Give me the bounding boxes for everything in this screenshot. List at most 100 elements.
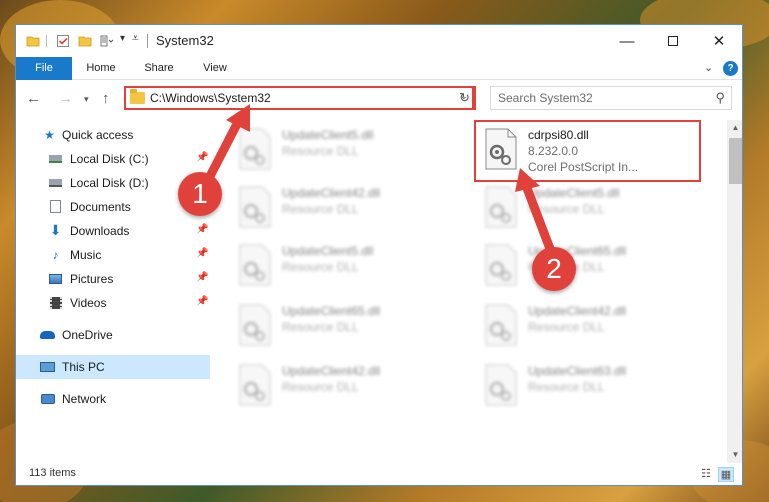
customize-icon[interactable] — [100, 34, 114, 48]
file-name: UpdateClient65.dll — [282, 304, 381, 318]
drive-icon — [48, 176, 63, 189]
sidebar-item-local-disk-c[interactable]: Local Disk (C:) 📌 — [16, 147, 210, 171]
sidebar-item-music[interactable]: ♪ Music 📌 — [16, 243, 210, 267]
sidebar-item-label: Local Disk (C:) — [70, 152, 149, 166]
folder-icon[interactable] — [26, 34, 40, 48]
callout-2: 2 — [532, 247, 576, 291]
close-button[interactable]: ✕ — [696, 25, 742, 57]
file-tile[interactable]: UpdateClient5.dll Resource DLL — [476, 180, 706, 238]
close-icon: ✕ — [712, 33, 726, 50]
star-icon: ★ — [44, 127, 55, 142]
file-type: Resource DLL — [282, 260, 359, 274]
this-pc-icon — [40, 360, 55, 373]
scroll-up-icon[interactable]: ▲ — [727, 120, 742, 136]
qa-dropdown-icon[interactable]: ▾ — [120, 33, 125, 44]
file-type: Resource DLL — [528, 320, 605, 334]
address-path: C:\Windows\System32 — [150, 91, 271, 105]
address-bar[interactable]: C:\Windows\System32 ⌄ — [124, 86, 474, 110]
minimize-button[interactable]: — — [604, 25, 650, 57]
sidebar-item-label: Quick access — [62, 128, 134, 142]
documents-icon — [48, 200, 63, 213]
address-folder-icon — [130, 89, 145, 104]
sidebar-item-pictures[interactable]: Pictures 📌 — [16, 267, 210, 291]
sidebar-item-label: Local Disk (D:) — [70, 176, 149, 190]
sidebar-item-network[interactable]: Network — [16, 387, 210, 411]
file-tile[interactable]: UpdateClient42.dll Resource DLL — [230, 358, 460, 416]
file-tile[interactable]: UpdateClient63.dll Resource DLL — [476, 358, 706, 416]
file-type: Resource DLL — [282, 144, 359, 158]
file-type: Resource DLL — [282, 320, 359, 334]
callout-1: 1 — [178, 172, 222, 216]
dll-file-icon — [239, 304, 271, 346]
file-tile[interactable]: UpdateClient42.dll Resource DLL — [476, 298, 706, 356]
file-name: UpdateClient63.dll — [528, 364, 627, 378]
pin-icon[interactable]: 📌 — [196, 272, 208, 283]
explorer-window: ▾ ⩡ System32 — ✕ File Home Share View ⌄ … — [15, 24, 743, 486]
file-tile[interactable]: UpdateClient5.dll Resource DLL — [230, 122, 460, 180]
forward-arrow-icon[interactable]: → — [58, 90, 73, 107]
file-tile[interactable]: UpdateClient65.dll Resource DLL — [230, 298, 460, 356]
dll-file-icon — [239, 244, 271, 286]
file-name: UpdateClient42.dll — [282, 364, 381, 378]
sidebar-item-label: OneDrive — [62, 328, 113, 342]
sidebar-item-label: Videos — [70, 296, 107, 310]
navigation-bar: ← → ▾ ↑ C:\Windows\System32 ⌄ ↻ Search S… — [16, 81, 742, 117]
tab-view[interactable]: View — [192, 57, 238, 80]
pin-icon[interactable]: 📌 — [196, 248, 208, 259]
pictures-icon — [48, 272, 63, 285]
downloads-icon: ⬇ — [49, 222, 62, 238]
tiles-view-icon[interactable]: ▦ — [718, 467, 734, 482]
scroll-down-icon[interactable]: ▼ — [727, 447, 742, 463]
videos-icon — [48, 296, 63, 309]
file-type: Resource DLL — [282, 380, 359, 394]
file-type: Resource DLL — [528, 202, 605, 216]
onedrive-icon — [40, 328, 55, 341]
scroll-thumb[interactable] — [729, 138, 742, 184]
qa-overflow-icon[interactable]: ⩡ — [132, 31, 139, 46]
search-placeholder: Search System32 — [498, 91, 593, 105]
file-name: UpdateClient5.dll — [282, 128, 374, 142]
file-tile[interactable]: UpdateClient5.dll Resource DLL — [230, 238, 460, 296]
file-tile[interactable]: UpdateClient42.dll Resource DLL — [230, 180, 460, 238]
file-name: UpdateClient5.dll — [282, 244, 374, 258]
search-box[interactable]: Search System32 ⚲ — [490, 86, 732, 110]
sidebar-item-label: This PC — [62, 360, 105, 374]
window-title: System32 — [156, 33, 214, 48]
refresh-button[interactable]: ↻ — [455, 86, 476, 110]
properties-check-icon[interactable] — [56, 34, 70, 48]
sidebar-item-videos[interactable]: Videos 📌 — [16, 291, 210, 315]
recent-locations-icon[interactable]: ▾ — [84, 94, 89, 105]
file-list: UpdateClient5.dll Resource DLL UpdateCli… — [220, 120, 725, 463]
file-tile[interactable]: UpdateClient65.dll Resource DLL — [476, 238, 706, 296]
sidebar-item-this-pc[interactable]: This PC — [16, 355, 210, 379]
new-folder-icon[interactable] — [78, 34, 92, 48]
pin-icon[interactable]: 📌 — [196, 296, 208, 307]
file-type: Resource DLL — [282, 202, 359, 216]
sidebar-item-onedrive[interactable]: OneDrive — [16, 323, 210, 347]
tab-share[interactable]: Share — [136, 57, 182, 80]
dll-file-icon — [239, 128, 271, 170]
sidebar-item-label: Pictures — [70, 272, 114, 286]
vertical-scrollbar[interactable]: ▲ ▼ — [727, 120, 742, 463]
file-name: UpdateClient42.dll — [282, 186, 381, 200]
pin-icon[interactable]: 📌 — [196, 152, 208, 163]
tab-file[interactable]: File — [16, 57, 72, 80]
title-bar: ▾ ⩡ System32 — ✕ — [16, 25, 742, 57]
pin-icon[interactable]: 📌 — [196, 224, 208, 235]
up-arrow-icon[interactable]: ↑ — [102, 90, 110, 107]
sidebar-item-quick-access[interactable]: ★ Quick access — [16, 123, 210, 147]
details-view-icon[interactable]: ☷ — [698, 467, 714, 482]
toolbar-divider — [46, 35, 47, 47]
sidebar-item-label: Documents — [70, 200, 131, 214]
search-icon[interactable]: ⚲ — [715, 90, 725, 106]
music-icon: ♪ — [52, 247, 59, 262]
help-icon[interactable]: ? — [723, 61, 738, 76]
dll-file-icon — [485, 244, 517, 286]
target-file-highlight — [474, 120, 701, 182]
minimize-icon: — — [619, 32, 635, 50]
back-arrow-icon[interactable]: ← — [26, 90, 41, 107]
maximize-button[interactable] — [650, 25, 696, 57]
expand-ribbon-icon[interactable]: ⌄ — [704, 61, 713, 74]
tab-home[interactable]: Home — [78, 57, 124, 80]
sidebar-item-downloads[interactable]: ⬇ Downloads 📌 — [16, 219, 210, 243]
